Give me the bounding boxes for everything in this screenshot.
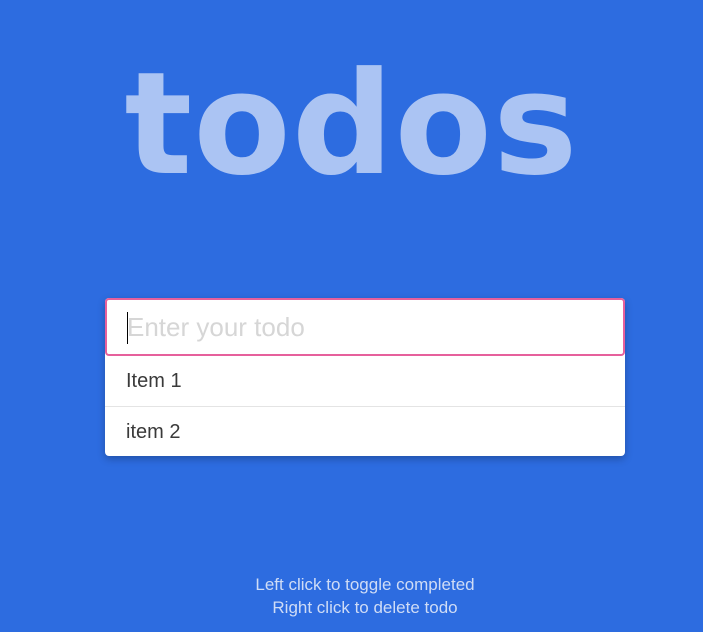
todo-card: Item 1 item 2 xyxy=(105,298,625,456)
text-caret xyxy=(127,312,128,344)
todo-input-wrapper xyxy=(105,298,625,356)
left-click-hint: Left click to toggle completed xyxy=(255,575,475,594)
todo-list: Item 1 item 2 xyxy=(105,356,625,456)
right-click-hint: Right click to delete todo xyxy=(272,598,458,617)
usage-hints: Left click to toggle completed Right cli… xyxy=(0,573,703,619)
app-title: todos xyxy=(124,42,579,207)
todo-item[interactable]: item 2 xyxy=(105,406,625,456)
todo-input[interactable] xyxy=(107,300,623,354)
todo-item[interactable]: Item 1 xyxy=(105,356,625,406)
